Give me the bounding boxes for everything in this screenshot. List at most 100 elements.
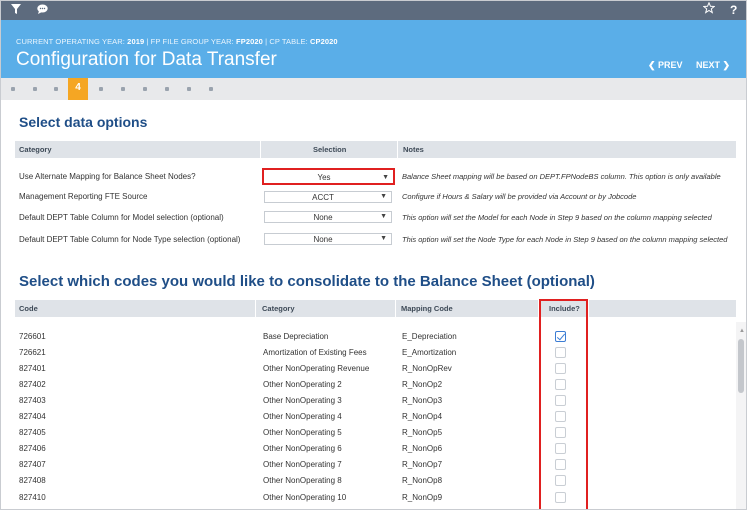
include-checkbox[interactable] bbox=[555, 475, 566, 486]
category-cell: Other NonOperating 5 bbox=[263, 428, 342, 437]
step-dot[interactable] bbox=[33, 87, 37, 91]
main-content: Select data options Category Selection N… bbox=[1, 100, 736, 509]
category-cell: Other NonOperating 7 bbox=[263, 460, 342, 469]
node-type-column-select[interactable]: None ▼ bbox=[264, 233, 392, 245]
prev-button[interactable]: ❮ PREV bbox=[648, 60, 683, 71]
column-header-notes: Notes bbox=[403, 145, 424, 154]
category-cell: Other NonOperating Revenue bbox=[263, 364, 370, 373]
select-value: None bbox=[313, 213, 333, 222]
mapping-cell: R_NonOp8 bbox=[402, 476, 443, 485]
include-checkbox[interactable] bbox=[555, 459, 566, 470]
mapping-cell: R_NonOp3 bbox=[402, 396, 443, 405]
category-cell: Other NonOperating 4 bbox=[263, 412, 342, 421]
step-dot[interactable] bbox=[54, 87, 58, 91]
section-title-data-options: Select data options bbox=[19, 114, 148, 130]
category-cell: Other NonOperating 10 bbox=[263, 493, 347, 502]
step-dot[interactable] bbox=[143, 87, 147, 91]
next-button[interactable]: NEXT ❯ bbox=[696, 60, 730, 71]
column-divider bbox=[588, 300, 589, 317]
step-active[interactable]: 4 bbox=[68, 78, 88, 100]
option-note: This option will set the Model for each … bbox=[402, 213, 712, 222]
option-note: This option will set the Node Type for e… bbox=[402, 235, 728, 244]
column-header-include: Include? bbox=[549, 304, 580, 313]
include-checkbox[interactable] bbox=[555, 331, 566, 342]
fte-source-select[interactable]: ACCT ▼ bbox=[264, 191, 392, 203]
option-label: Use Alternate Mapping for Balance Sheet … bbox=[19, 172, 196, 181]
column-divider bbox=[538, 300, 539, 317]
scrollbar[interactable]: ▲ bbox=[736, 322, 746, 509]
step-dot[interactable] bbox=[209, 87, 213, 91]
mapping-cell: E_Amortization bbox=[402, 348, 457, 357]
select-value: ACCT bbox=[312, 193, 334, 202]
step-dot[interactable] bbox=[11, 87, 15, 91]
meta-label: | CP TABLE: bbox=[262, 37, 310, 46]
column-header-code: Code bbox=[19, 304, 38, 313]
step-dot[interactable] bbox=[187, 87, 191, 91]
code-cell: 827401 bbox=[19, 364, 46, 373]
operating-year: 2019 bbox=[127, 37, 145, 46]
include-checkbox[interactable] bbox=[555, 443, 566, 454]
file-group-year: FP2020 bbox=[236, 37, 263, 46]
column-divider bbox=[260, 141, 261, 158]
help-icon[interactable]: ? bbox=[730, 3, 737, 17]
step-dot[interactable] bbox=[99, 87, 103, 91]
mapping-cell: R_NonOp5 bbox=[402, 428, 443, 437]
code-cell: 726621 bbox=[19, 348, 46, 357]
star-icon[interactable] bbox=[702, 1, 716, 17]
mapping-cell: R_NonOp9 bbox=[402, 493, 443, 502]
option-label: Management Reporting FTE Source bbox=[19, 192, 148, 201]
category-cell: Base Depreciation bbox=[263, 332, 329, 341]
include-checkbox[interactable] bbox=[555, 379, 566, 390]
mapping-cell: R_NonOp4 bbox=[402, 412, 443, 421]
page-title: Configuration for Data Transfer bbox=[16, 49, 277, 70]
include-checkbox[interactable] bbox=[555, 427, 566, 438]
mapping-cell: R_NonOp6 bbox=[402, 444, 443, 453]
code-cell: 827407 bbox=[19, 460, 46, 469]
option-note: Balance Sheet mapping will be based on D… bbox=[402, 172, 721, 181]
filter-icon[interactable] bbox=[11, 3, 21, 17]
top-toolbar: ? bbox=[1, 1, 746, 20]
column-divider bbox=[255, 300, 256, 317]
include-checkbox[interactable] bbox=[555, 411, 566, 422]
cp-table: CP2020 bbox=[309, 37, 338, 46]
app-window: ? CURRENT OPERATING YEAR: 2019 | FP FILE… bbox=[0, 0, 747, 510]
scrollbar-thumb[interactable] bbox=[738, 339, 744, 393]
column-divider bbox=[395, 300, 396, 317]
code-cell: 827405 bbox=[19, 428, 46, 437]
category-cell: Other NonOperating 6 bbox=[263, 444, 342, 453]
alternate-mapping-select[interactable]: Yes ▼ bbox=[262, 168, 395, 185]
section-title-consolidate: Select which codes you would like to con… bbox=[19, 273, 595, 290]
chevron-down-icon: ▼ bbox=[382, 174, 389, 181]
meta-label: CURRENT OPERATING YEAR: bbox=[16, 37, 128, 46]
chat-icon[interactable] bbox=[37, 3, 48, 17]
step-dot[interactable] bbox=[165, 87, 169, 91]
chevron-down-icon: ▼ bbox=[380, 235, 387, 242]
mapping-cell: R_NonOpRev bbox=[402, 364, 452, 373]
column-header-category: Category bbox=[19, 145, 52, 154]
select-value: Yes bbox=[317, 173, 331, 182]
include-checkbox[interactable] bbox=[555, 347, 566, 358]
mapping-cell: R_NonOp2 bbox=[402, 380, 443, 389]
scroll-up-icon[interactable]: ▲ bbox=[739, 328, 745, 334]
category-cell: Amortization of Existing Fees bbox=[263, 348, 367, 357]
include-checkbox[interactable] bbox=[555, 492, 566, 503]
include-checkbox[interactable] bbox=[555, 395, 566, 406]
column-header-mapping-code: Mapping Code bbox=[401, 304, 453, 313]
column-divider bbox=[397, 141, 398, 158]
chevron-down-icon: ▼ bbox=[380, 213, 387, 220]
codes-table-header: Code Category Mapping Code Include? bbox=[15, 300, 736, 317]
context-meta: CURRENT OPERATING YEAR: 2019 | FP FILE G… bbox=[16, 37, 338, 46]
option-label: Default DEPT Table Column for Node Type … bbox=[19, 235, 241, 244]
code-cell: 827403 bbox=[19, 396, 46, 405]
step-dot[interactable] bbox=[121, 87, 125, 91]
category-cell: Other NonOperating 8 bbox=[263, 476, 342, 485]
include-checkbox[interactable] bbox=[555, 363, 566, 374]
category-cell: Other NonOperating 3 bbox=[263, 396, 342, 405]
column-header-category: Category bbox=[262, 304, 295, 313]
code-cell: 827408 bbox=[19, 476, 46, 485]
code-cell: 827406 bbox=[19, 444, 46, 453]
model-column-select[interactable]: None ▼ bbox=[264, 211, 392, 223]
select-value: None bbox=[313, 235, 333, 244]
column-header-selection: Selection bbox=[313, 145, 347, 154]
option-note: Configure if Hours & Salary will be prov… bbox=[402, 192, 637, 201]
